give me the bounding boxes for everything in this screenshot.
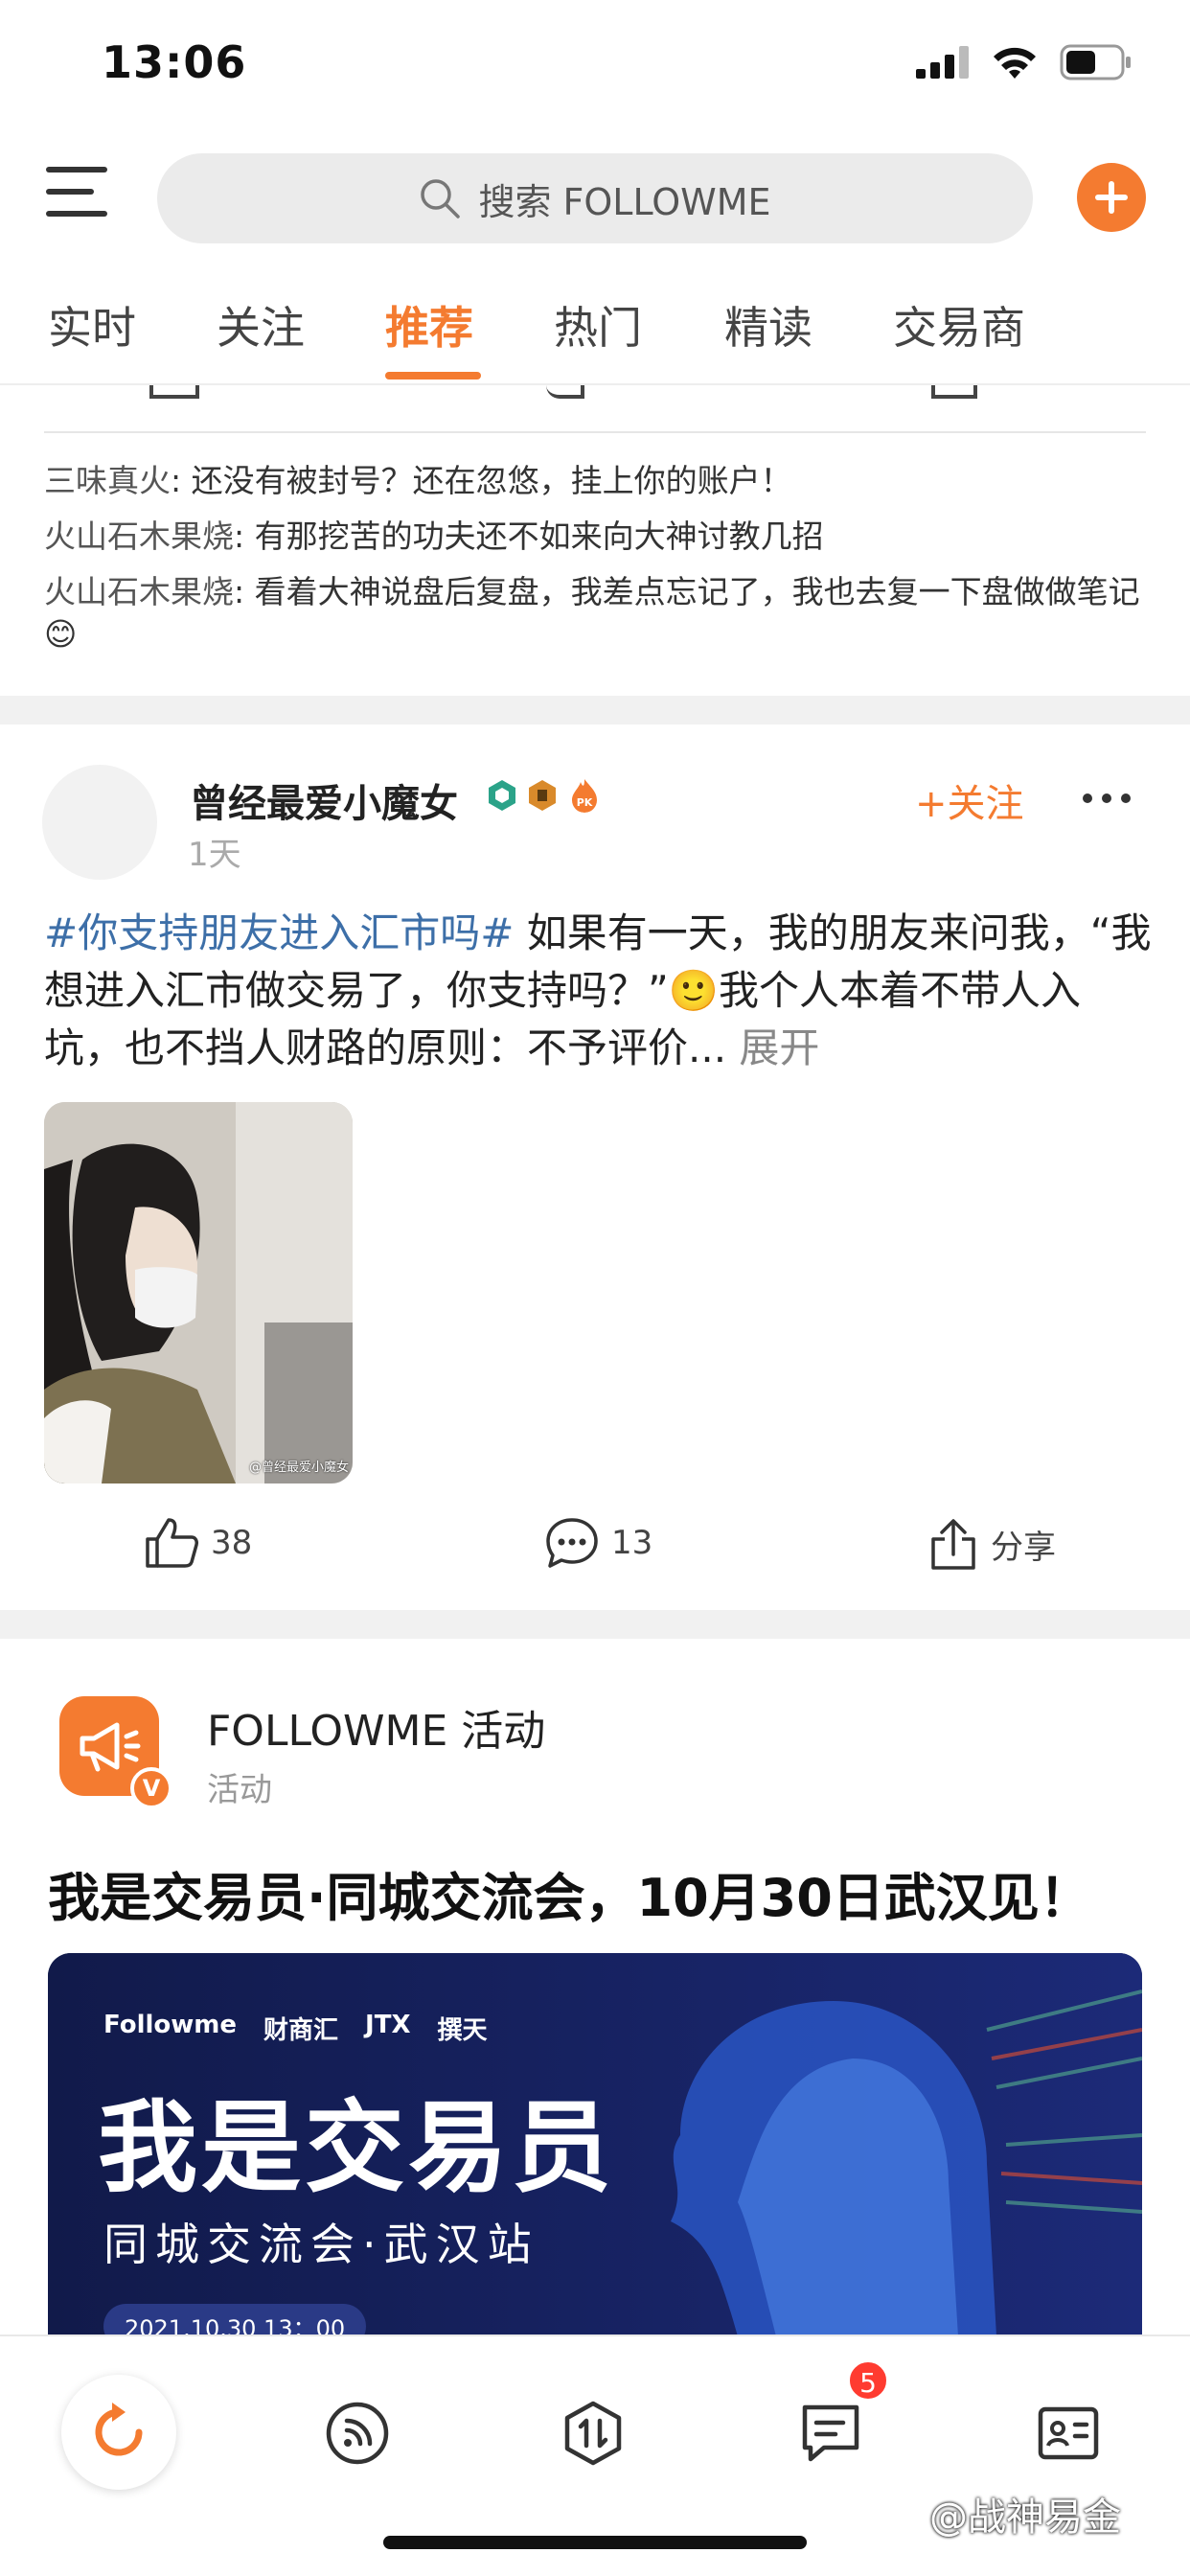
post-hashtag[interactable]: #你支持朋友进入汇市吗#	[44, 909, 514, 956]
tab-brokers[interactable]: 交易商	[893, 293, 1025, 356]
nav-profile[interactable]	[1016, 2380, 1121, 2486]
banner-main-text: 我是交易员	[98, 2089, 616, 2206]
post-author[interactable]: 曾经最爱小魔女	[190, 772, 458, 828]
search-input[interactable]: 搜索 FOLLOWME	[157, 153, 1033, 243]
comment-item[interactable]: 三味真火: 还没有被封号？还在忽悠，挂上你的账户！	[44, 460, 1146, 502]
comment-item[interactable]: 火山石木果烧: 有那挖苦的功夫还不如来向大神讨教几招	[44, 516, 1146, 558]
previous-like-icon[interactable]	[149, 385, 199, 399]
comment-item[interactable]: 火山石木果烧: 看着大神说盘后复盘，我差点忘记了，我也去复一下盘做做笔记😊	[44, 571, 1146, 656]
sponsor-followme: Followme	[103, 2011, 238, 2039]
tab-hot[interactable]: 热门	[554, 293, 642, 356]
header: 搜索 FOLLOWME	[0, 144, 1190, 251]
status-icons	[916, 44, 1133, 80]
comment-author[interactable]: 火山石木果烧	[44, 573, 234, 610]
wifi-icon	[994, 47, 1036, 79]
level-badge-icon	[529, 780, 556, 811]
section-divider	[0, 696, 1190, 724]
svg-text:PK: PK	[577, 796, 593, 809]
nav-feed[interactable]	[305, 2380, 410, 2486]
tab-featured[interactable]: 精读	[724, 293, 812, 356]
banner-sponsors: Followme 财商汇 JTX 撰天	[103, 2011, 488, 2046]
message-icon	[802, 2404, 859, 2462]
tab-recommended[interactable]: 推荐	[385, 293, 473, 356]
previous-share-icon[interactable]	[931, 385, 977, 399]
comments-divider	[44, 431, 1146, 433]
post-body[interactable]: #你支持朋友进入汇市吗# 如果有一天，我的朋友来问我，“我想进入汇市做交易了，你…	[44, 905, 1156, 1077]
comment-count: 13	[611, 1524, 653, 1562]
feed-icon	[326, 2402, 389, 2465]
share-icon	[931, 1519, 975, 1570]
sponsor-jtx: JTX	[365, 2011, 411, 2039]
comment-bubble-icon	[546, 1518, 598, 1568]
refresh-icon	[95, 2403, 143, 2456]
trade-icon	[564, 2401, 622, 2466]
search-icon	[421, 179, 461, 218]
search-placeholder: 搜索 FOLLOWME	[478, 180, 771, 223]
tab-bar: 实时 关注 推荐 热门 精读 交易商	[0, 288, 1190, 383]
post-image[interactable]: @曾经最爱小魔女	[44, 1102, 353, 1484]
banner-sub-text: 同城交流会·武汉站	[103, 2219, 539, 2270]
post-photo	[44, 1102, 353, 1484]
follow-button[interactable]: +关注	[915, 772, 1024, 828]
activity-account-type: 活动	[207, 1771, 272, 1809]
home-indicator[interactable]	[383, 2536, 807, 2549]
activity-account-name[interactable]: FOLLOWME 活动	[207, 1696, 545, 1758]
sponsor-zhuantian: 撰天	[437, 2016, 488, 2045]
more-options-icon[interactable]	[1083, 794, 1131, 805]
pk-badge-icon: PK	[572, 779, 597, 813]
verified-badge: V	[130, 1767, 172, 1809]
sponsor-caishanghui: 财商汇	[263, 2016, 339, 2045]
comment-text: : 还没有被封号？还在忽悠，挂上你的账户！	[171, 462, 792, 499]
expand-link[interactable]: 展开	[739, 1024, 819, 1071]
section-divider	[0, 1610, 1190, 1639]
active-tab-indicator	[385, 372, 481, 380]
cellular-signal-icon	[916, 46, 969, 79]
like-count: 38	[211, 1524, 253, 1562]
activity-title[interactable]: 我是交易员·同城交流会，10月30日武汉见！	[48, 1855, 1091, 1931]
message-badge: 5	[847, 2359, 889, 2402]
tab-following[interactable]: 关注	[217, 293, 305, 356]
nav-trade[interactable]	[540, 2380, 646, 2486]
verified-badge-icon	[489, 780, 515, 811]
comment-text: : 有那挖苦的功夫还不如来向大神讨教几招	[234, 518, 824, 555]
menu-icon[interactable]	[46, 165, 107, 218]
comment-author[interactable]: 火山石木果烧	[44, 518, 234, 555]
comment-author[interactable]: 三味真火	[44, 462, 171, 499]
image-watermark: @曾经最爱小魔女	[249, 1460, 350, 1475]
post-time: 1天	[188, 836, 241, 874]
previous-comment-icon[interactable]	[546, 385, 584, 399]
share-label: 分享	[991, 1528, 1056, 1567]
nav-home[interactable]	[61, 2375, 176, 2490]
share-button[interactable]: 分享	[927, 1516, 1056, 1572]
banner-date: 2021.10.30 13：00	[103, 2304, 367, 2336]
add-post-button[interactable]	[1077, 163, 1146, 232]
avatar[interactable]	[42, 765, 157, 880]
comment-button[interactable]: 13	[544, 1516, 652, 1570]
status-bar: 13:06	[0, 0, 1190, 134]
battery-icon	[1060, 44, 1131, 80]
status-time: 13:06	[102, 36, 247, 88]
watermark: @战神易金	[929, 2496, 1121, 2540]
profile-card-icon	[1038, 2406, 1099, 2460]
like-button[interactable]: 38	[144, 1516, 252, 1570]
tab-realtime[interactable]: 实时	[48, 293, 136, 356]
activity-banner[interactable]: Followme 财商汇 JTX 撰天 我是交易员 同城交流会·武汉站 2021…	[48, 1953, 1142, 2336]
thumbs-up-icon	[146, 1518, 198, 1568]
